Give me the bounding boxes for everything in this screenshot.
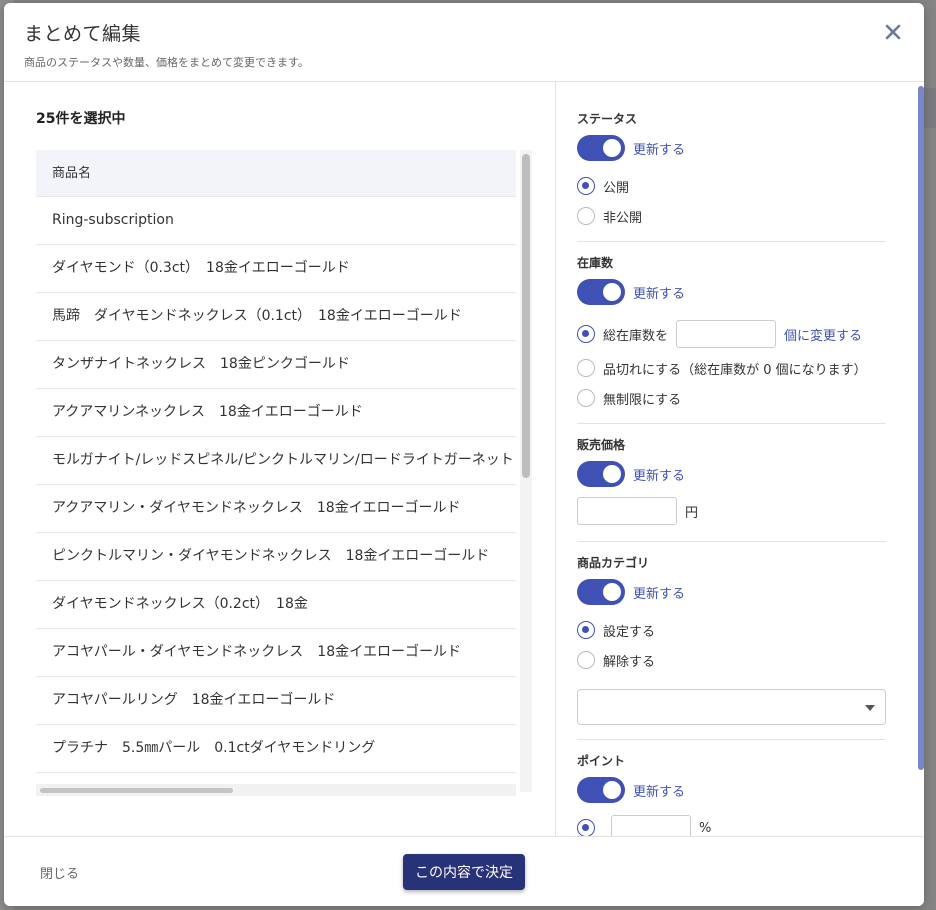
table-row: ダイヤモンドネックレス（0.2ct） 18金 [36,581,516,629]
table-row: アコヤパール・ダイヤモンドネックレス 18金イエローゴールド [36,629,516,677]
status-public-label: 公開 [603,180,630,196]
category-section: 商品カテゴリ 更新する 設定する 解除する [577,554,886,740]
price-currency: 円 [685,505,699,521]
category-set-option[interactable]: 設定する [577,615,886,645]
table-vertical-scrollbar[interactable] [520,150,532,792]
point-title: ポイント [577,754,626,768]
radio-icon[interactable] [577,359,595,377]
modal-subtitle: 商品のステータスや数量、価格をまとめて変更できます。 [24,56,309,69]
table-row: プラチナ 5.5㎜パール 0.1ctダイヤモンドリング [36,725,516,773]
stock-unlimited-label: 無制限にする [603,392,682,408]
submit-button[interactable]: この内容で決定 [403,854,525,890]
price-title: 販売価格 [577,438,626,452]
category-select[interactable] [577,689,886,725]
stock-total-option[interactable]: 総在庫数を 個に変更する [577,315,886,353]
stock-total-suffix: 個に変更する [784,328,863,344]
stock-toggle-label: 更新する [633,286,686,302]
category-unset-option[interactable]: 解除する [577,645,886,675]
stock-total-input[interactable] [676,320,777,348]
options-scrollbar[interactable] [916,82,924,836]
options-scroll-thumb[interactable] [918,86,924,770]
table-row: Ring-subscription [36,197,516,245]
status-private-label: 非公開 [603,210,643,226]
point-toggle-label: 更新する [633,784,686,800]
table-row: ピンクトルマリン・ダイヤモンドネックレス 18金イエローゴールド [36,533,516,581]
point-section: ポイント 更新する % [577,752,886,836]
category-update-toggle[interactable] [577,579,625,605]
background-strip [922,88,936,128]
table-row: 馬蹄 ダイヤモンドネックレス（0.1ct） 18金イエローゴールド [36,293,516,341]
stock-section: 在庫数 更新する 総在庫数を 個に変更する 品切れにする（総在庫数が 0 個にな… [577,254,886,424]
price-toggle-label: 更新する [633,468,686,484]
status-private-option[interactable]: 非公開 [577,201,886,231]
category-title: 商品カテゴリ [577,556,650,570]
selected-count: 25件を選択中 [36,111,126,127]
chevron-down-icon [865,705,875,711]
bulk-edit-modal: まとめて編集 商品のステータスや数量、価格をまとめて変更できます。 25件を選択… [4,3,924,906]
status-toggle-label: 更新する [633,142,686,158]
status-update-toggle[interactable] [577,135,625,161]
point-update-toggle[interactable] [577,777,625,803]
radio-icon[interactable] [577,651,595,669]
table-vertical-scroll-thumb[interactable] [522,154,530,478]
modal-footer: 閉じる この内容で決定 [4,836,924,906]
radio-icon[interactable] [577,389,595,407]
edit-options-panel: ステータス 更新する 公開 非公開 在庫数 更新する 総在庫数を 個に変更する … [556,82,924,836]
status-title: ステータス [577,112,638,126]
point-option[interactable]: % [577,813,886,836]
table-row: タンザナイトネックレス 18金ピンクゴールド [36,341,516,389]
table-row: アクアマリンネックレス 18金イエローゴールド [36,389,516,437]
category-toggle-label: 更新する [633,586,686,602]
radio-selected-icon[interactable] [577,177,595,195]
stock-title: 在庫数 [577,256,614,270]
point-unit: % [699,820,712,836]
stock-unlimited-option[interactable]: 無制限にする [577,383,886,413]
stock-soldout-label: 品切れにする（総在庫数が 0 個になります） [603,362,867,378]
close-link[interactable]: 閉じる [40,863,79,882]
table-horizontal-scrollbar[interactable] [36,784,516,796]
table-row: アクアマリン・ダイヤモンドネックレス 18金イエローゴールド [36,485,516,533]
price-section: 販売価格 更新する 円 [577,436,886,542]
product-table: 商品名 Ring-subscription ダイヤモンド（0.3ct） 18金イ… [36,150,532,796]
radio-selected-icon[interactable] [577,325,595,343]
price-input[interactable] [577,497,677,525]
price-update-toggle[interactable] [577,461,625,487]
modal-title: まとめて編集 [24,23,142,45]
table-horizontal-scroll-thumb[interactable] [40,788,233,793]
table-row: モルガナイト/レッドスピネル/ピンクトルマリン/ロードライトガーネット [36,437,516,485]
table-row: アコヤパールリング 18金イエローゴールド [36,677,516,725]
point-input[interactable] [611,815,691,836]
radio-selected-icon[interactable] [577,621,595,639]
close-icon[interactable] [882,21,904,43]
selected-products-panel: 25件を選択中 商品名 Ring-subscription ダイヤモンド（0.3… [4,82,556,836]
stock-update-toggle[interactable] [577,279,625,305]
stock-soldout-option[interactable]: 品切れにする（総在庫数が 0 個になります） [577,353,886,383]
category-set-label: 設定する [603,624,656,640]
column-header-product-name: 商品名 [36,150,516,197]
radio-icon[interactable] [577,207,595,225]
radio-selected-icon[interactable] [577,819,595,836]
status-public-option[interactable]: 公開 [577,171,886,201]
modal-body: 25件を選択中 商品名 Ring-subscription ダイヤモンド（0.3… [4,82,924,836]
product-table-content: 商品名 Ring-subscription ダイヤモンド（0.3ct） 18金イ… [36,150,516,796]
table-row: ダイヤモンド（0.3ct） 18金イエローゴールド [36,245,516,293]
status-section: ステータス 更新する 公開 非公開 [577,110,886,242]
category-unset-label: 解除する [603,654,656,670]
modal-header: まとめて編集 商品のステータスや数量、価格をまとめて変更できます。 [4,3,924,82]
stock-total-prefix: 総在庫数を [603,328,669,344]
